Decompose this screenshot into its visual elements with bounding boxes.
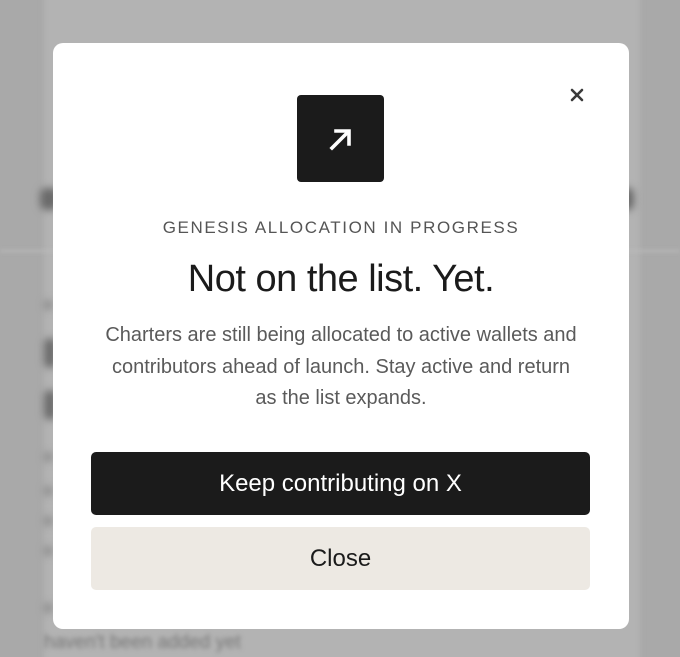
keep-contributing-button[interactable]: Keep contributing on X [91,452,590,515]
modal-description: Charters are still being allocated to ac… [105,324,577,409]
status-badge [297,95,384,182]
close-icon[interactable] [566,84,588,106]
arrow-up-right-icon [328,128,351,151]
eyebrow-label: GENESIS ALLOCATION IN PROGRESS [162,218,520,237]
modal-title: Not on the list. Yet. [187,258,495,300]
close-button[interactable]: Close [91,527,590,590]
